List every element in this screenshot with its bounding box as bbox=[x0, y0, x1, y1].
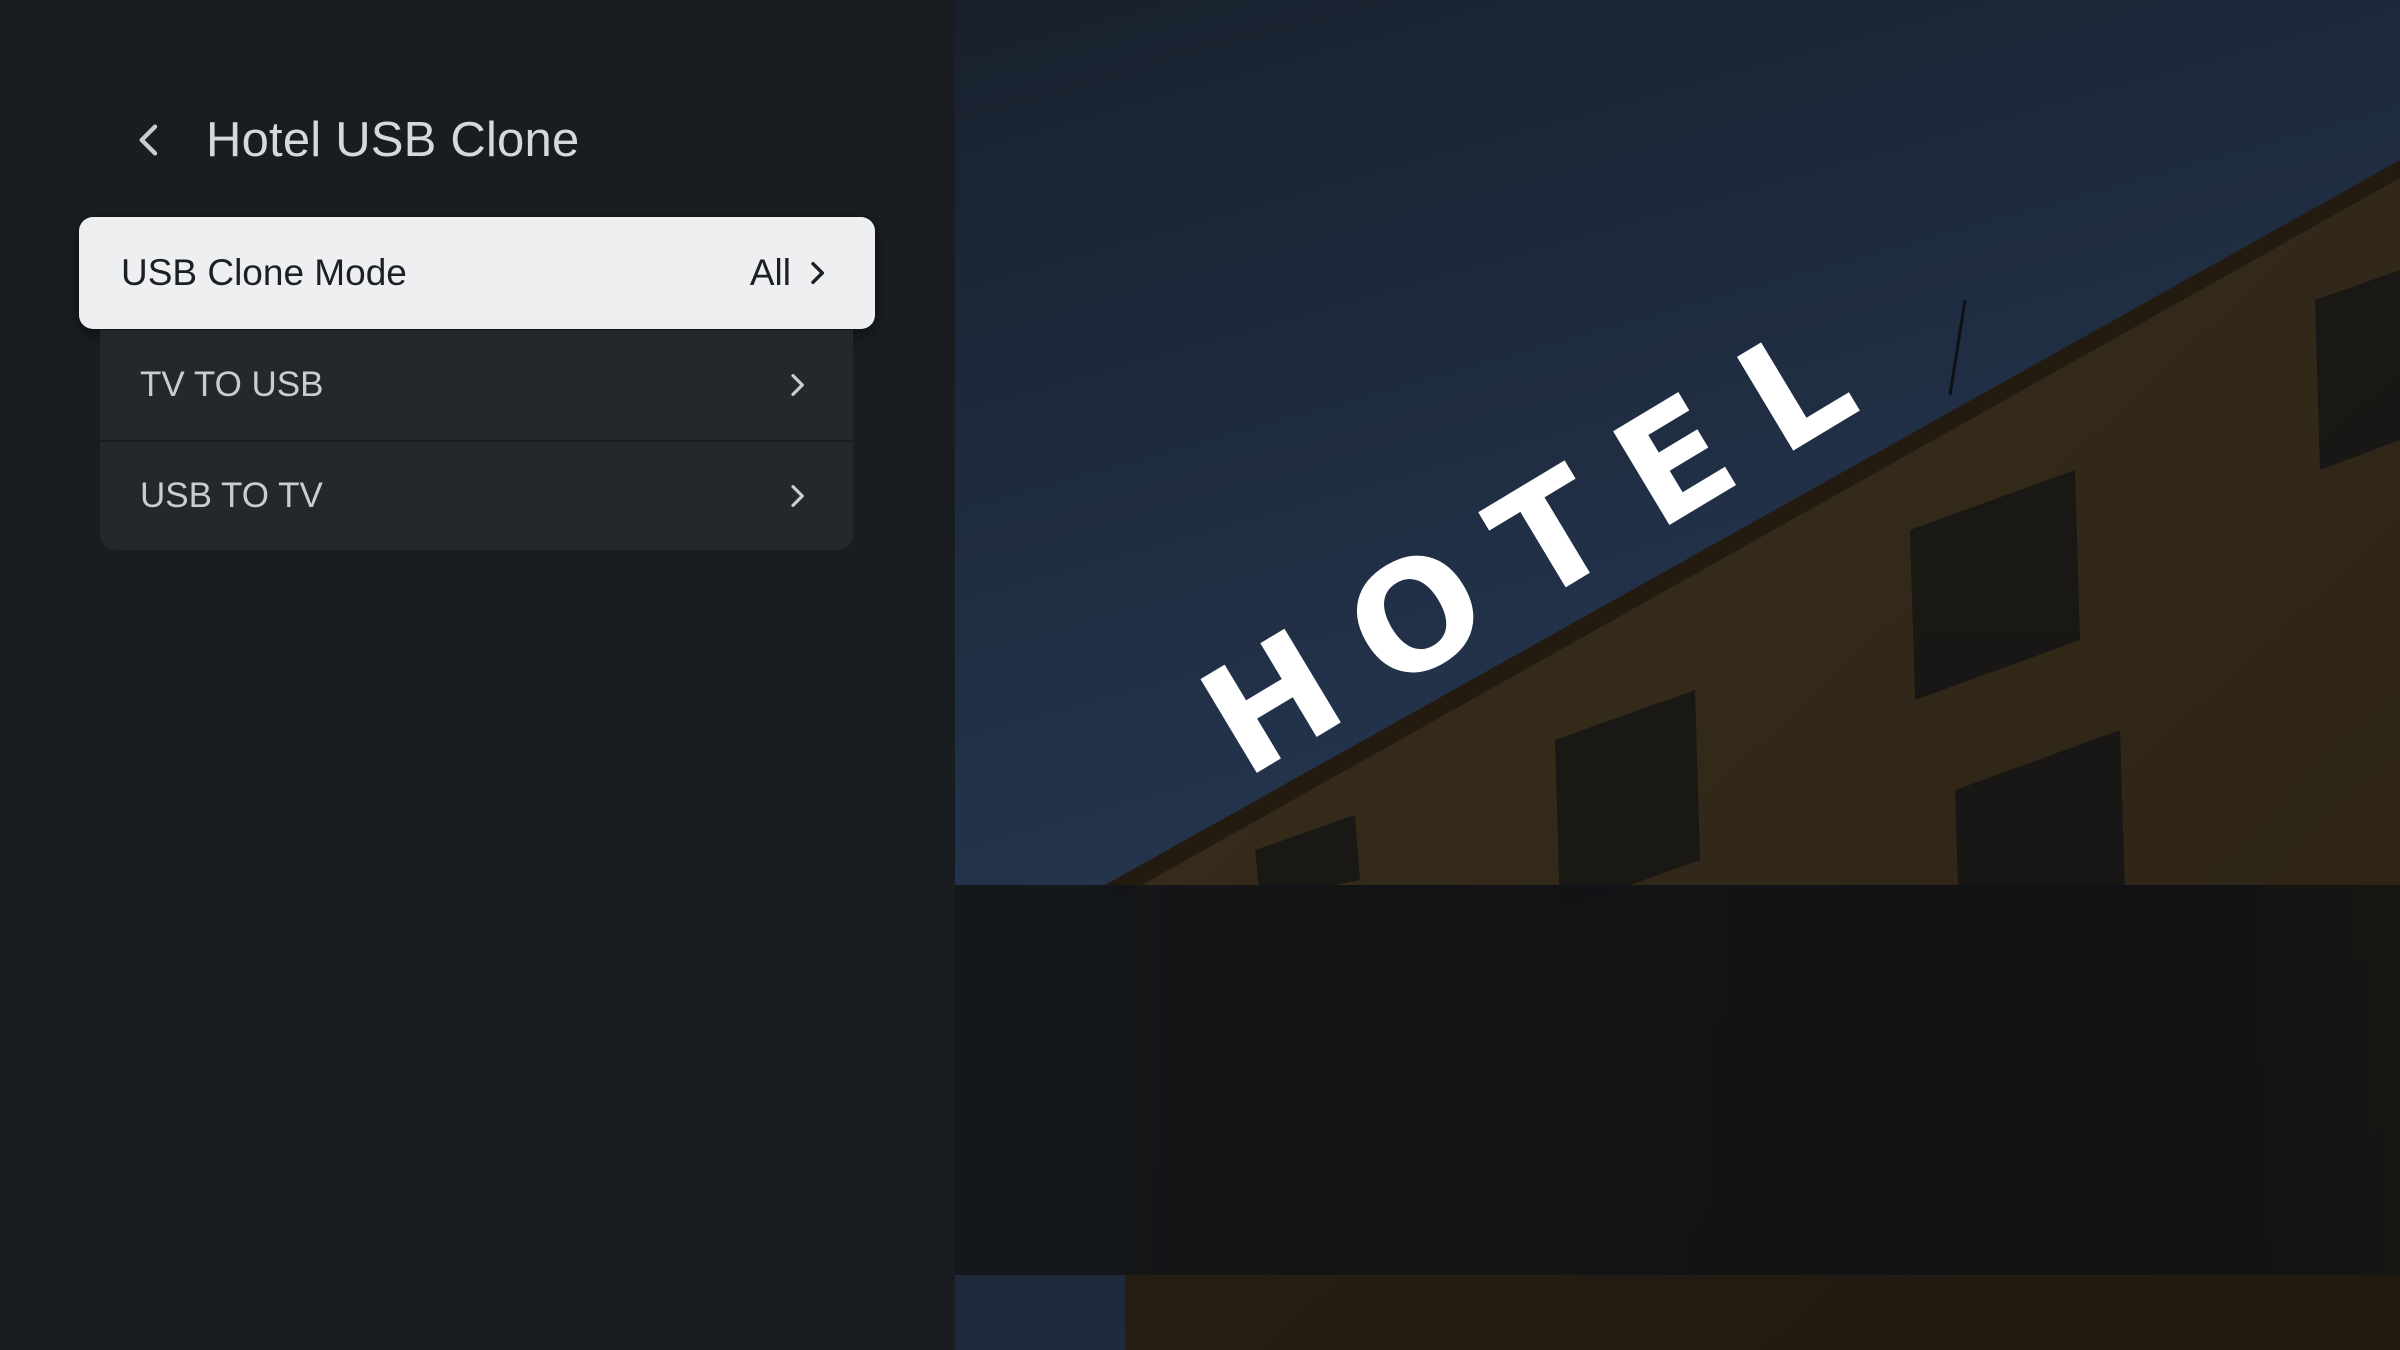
menu-item-usb-to-tv[interactable]: USB TO TV bbox=[100, 440, 853, 550]
settings-panel: Hotel USB Clone USB Clone Mode All TV TO… bbox=[0, 0, 955, 1350]
usb-clone-mode-label: USB Clone Mode bbox=[121, 252, 407, 293]
menu-item-label: USB TO TV bbox=[140, 476, 323, 515]
usb-clone-mode-item[interactable]: USB Clone Mode All bbox=[79, 217, 875, 329]
menu-item-label: TV TO USB bbox=[140, 365, 324, 404]
back-button[interactable] bbox=[118, 108, 182, 172]
hotel-usb-clone-screen: Hotel USB Clone USB Clone Mode All TV TO… bbox=[0, 0, 2400, 1350]
clone-options-list: TV TO USB USB TO TV bbox=[100, 330, 853, 550]
hotel-background-image: HOTEL bbox=[955, 0, 2400, 1350]
chevron-right-icon bbox=[801, 257, 833, 289]
chevron-right-icon bbox=[781, 369, 813, 401]
usb-clone-mode-value: All bbox=[749, 252, 791, 293]
menu-item-tv-to-usb[interactable]: TV TO USB bbox=[100, 330, 853, 440]
chevron-left-icon bbox=[139, 124, 158, 156]
usb-clone-mode-value-group: All bbox=[750, 252, 833, 294]
chevron-right-icon bbox=[781, 480, 813, 512]
page-title: Hotel USB Clone bbox=[206, 113, 580, 167]
page-header: Hotel USB Clone bbox=[118, 100, 579, 180]
